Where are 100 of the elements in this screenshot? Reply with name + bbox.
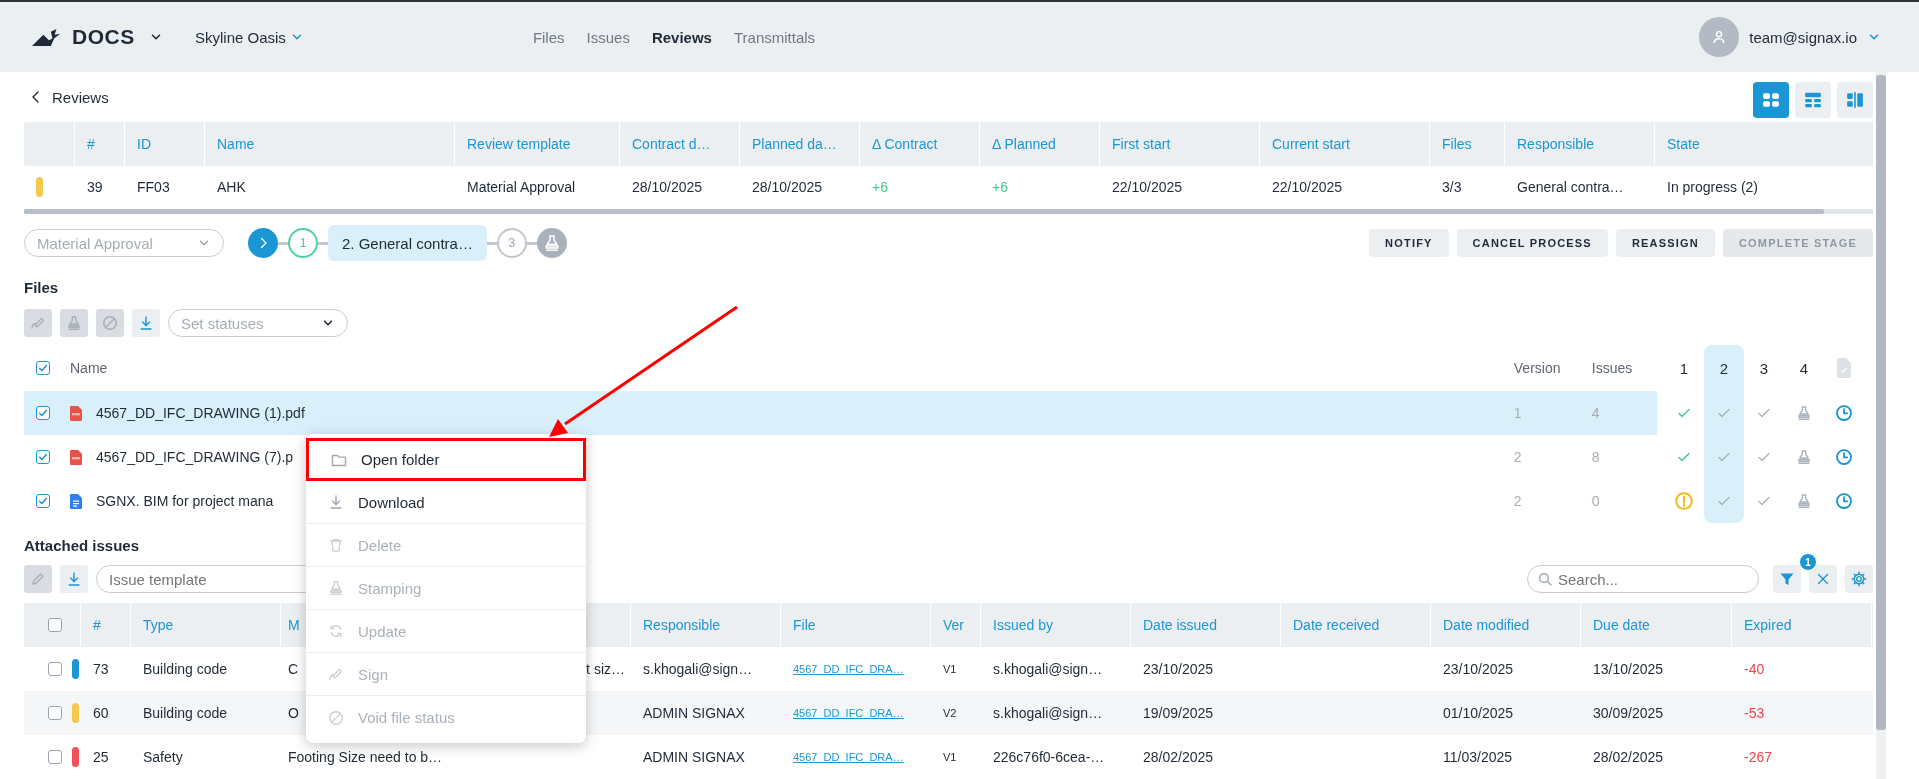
column-header[interactable]: First start xyxy=(1112,136,1171,152)
table-cell: 23/10/2025 xyxy=(1143,661,1214,677)
file-name[interactable]: 4567_DD_IFC_DRAWING (1).pdf xyxy=(96,405,305,421)
next-step-button[interactable] xyxy=(248,228,278,258)
menu-item[interactable]: Open folder xyxy=(306,438,586,481)
selected-row[interactable]: 4567_DD_IFC_DRAWING (1).pdf 1 4 xyxy=(24,391,1657,435)
column-header[interactable]: Due date xyxy=(1593,617,1650,633)
column-header[interactable]: Issues xyxy=(1591,360,1657,376)
signature-icon xyxy=(30,315,46,331)
checkbox[interactable] xyxy=(48,618,62,632)
back-link[interactable]: Reviews xyxy=(28,88,109,106)
stamp-step-icon[interactable] xyxy=(536,228,567,258)
table-cell: t siz… xyxy=(586,661,625,677)
column-header[interactable]: Date modified xyxy=(1443,617,1530,633)
column-header[interactable]: Expired xyxy=(1744,617,1792,633)
column-header[interactable]: Responsible xyxy=(1517,136,1595,152)
stage-column-header[interactable]: 2 xyxy=(1719,359,1728,377)
void-icon xyxy=(328,709,344,726)
stage-column-header[interactable]: 4 xyxy=(1799,359,1808,377)
clock-icon[interactable] xyxy=(1834,404,1853,422)
file-name[interactable]: SGNX. BIM for project mana xyxy=(96,493,274,509)
menu-item[interactable]: Download xyxy=(306,481,586,524)
column-header[interactable]: Review template xyxy=(467,136,571,152)
stamp-icon[interactable] xyxy=(1795,493,1812,509)
clock-icon[interactable] xyxy=(1834,492,1853,510)
column-header[interactable]: Files xyxy=(1442,136,1472,152)
filter-button[interactable] xyxy=(1773,565,1801,593)
column-header[interactable]: Date issued xyxy=(1143,617,1217,633)
avatar-icon[interactable] xyxy=(1699,17,1740,57)
column-header[interactable]: Responsible xyxy=(643,617,721,633)
step-circle[interactable]: 3 xyxy=(496,228,527,258)
clear-filter-button[interactable] xyxy=(1809,565,1837,593)
clock-icon[interactable] xyxy=(1834,448,1853,466)
table-cell: 28/10/2025 xyxy=(632,179,703,195)
column-header[interactable]: Date received xyxy=(1293,617,1380,633)
stage-column-header[interactable]: 1 xyxy=(1679,359,1688,377)
user-email[interactable]: team@signax.io xyxy=(1749,28,1857,46)
template-select[interactable]: Material Approval xyxy=(24,229,224,257)
checkbox[interactable] xyxy=(48,750,62,764)
tool-button[interactable] xyxy=(132,309,160,337)
file-name[interactable]: 4567_DD_IFC_DRAWING (7).p xyxy=(96,449,294,465)
status-select[interactable]: Set statuses xyxy=(168,309,348,337)
column-header[interactable]: Δ Planned xyxy=(992,136,1056,152)
view-toggle-button[interactable] xyxy=(1837,82,1873,118)
column-header[interactable]: Type xyxy=(143,617,174,633)
settings-button[interactable] xyxy=(1845,565,1873,593)
file-link[interactable]: 4567_DD_IFC_DRA… xyxy=(793,707,904,719)
table-cell: 30/09/2025 xyxy=(1593,705,1664,721)
pencil-icon xyxy=(30,571,46,587)
search-field[interactable]: Search... xyxy=(1527,565,1759,593)
checkbox[interactable] xyxy=(36,406,50,420)
column-header[interactable]: ID xyxy=(137,136,151,152)
checkbox[interactable] xyxy=(36,450,50,464)
version-number: 2 xyxy=(1513,449,1523,465)
table-cell: 73 xyxy=(93,661,109,677)
file-link[interactable]: 4567_DD_IFC_DRA… xyxy=(793,663,904,675)
view-toggle-button[interactable] xyxy=(1795,82,1831,118)
column-header[interactable]: Version xyxy=(1513,360,1592,376)
stamp-icon[interactable] xyxy=(1795,449,1812,465)
column-header[interactable]: Ver xyxy=(943,617,964,633)
column-header[interactable]: State xyxy=(1667,136,1700,152)
column-header[interactable]: Current start xyxy=(1272,136,1350,152)
action-button[interactable]: REASSIGN xyxy=(1615,229,1715,257)
file-link[interactable]: 4567_DD_IFC_DRA… xyxy=(793,751,904,763)
stamp-icon[interactable] xyxy=(1795,405,1812,421)
column-header[interactable]: Name xyxy=(217,136,255,152)
action-button[interactable]: NOTIFY xyxy=(1369,229,1449,257)
checkmark-icon xyxy=(37,495,49,507)
scrollbar-thumb[interactable] xyxy=(24,209,1824,214)
column-header[interactable]: Contract d… xyxy=(632,136,711,152)
column-header[interactable]: Δ Contract xyxy=(872,136,938,152)
column-header[interactable]: # xyxy=(93,617,101,633)
tool-button[interactable] xyxy=(60,565,88,593)
current-step[interactable]: 2. General contra… xyxy=(328,225,487,261)
scrollbar-thumb[interactable] xyxy=(1876,75,1886,730)
checkbox[interactable] xyxy=(48,706,62,720)
view-toggle-button[interactable] xyxy=(1753,82,1789,118)
checkbox[interactable] xyxy=(48,662,62,676)
project-selector[interactable]: Skyline Oasis xyxy=(195,28,304,46)
step-circle[interactable]: 1 xyxy=(288,228,318,258)
table-cell: 28/02/2025 xyxy=(1593,749,1664,765)
warning-icon[interactable] xyxy=(1673,491,1694,511)
action-button[interactable]: CANCEL PROCESS xyxy=(1456,229,1608,257)
checkbox[interactable] xyxy=(36,494,50,508)
column-header[interactable]: File xyxy=(793,617,816,633)
checkbox[interactable] xyxy=(36,361,50,375)
nav-tab[interactable]: Transmittals xyxy=(733,28,816,46)
nav-tab[interactable]: Files xyxy=(532,28,565,46)
table-cell: C xyxy=(288,661,299,677)
nav-tab[interactable]: Issues xyxy=(586,28,630,46)
column-header[interactable]: M xyxy=(288,617,300,633)
document-check-icon[interactable] xyxy=(1835,358,1852,378)
column-header[interactable]: Name xyxy=(70,360,108,376)
column-header[interactable]: Issued by xyxy=(993,617,1053,633)
table-cell: Building code xyxy=(143,705,228,721)
stage-column-header[interactable]: 3 xyxy=(1759,359,1768,377)
issue-count: 4 xyxy=(1591,405,1601,421)
nav-tab[interactable]: Reviews xyxy=(651,28,712,46)
column-header[interactable]: Planned da… xyxy=(752,136,837,152)
column-header[interactable]: # xyxy=(87,136,95,152)
